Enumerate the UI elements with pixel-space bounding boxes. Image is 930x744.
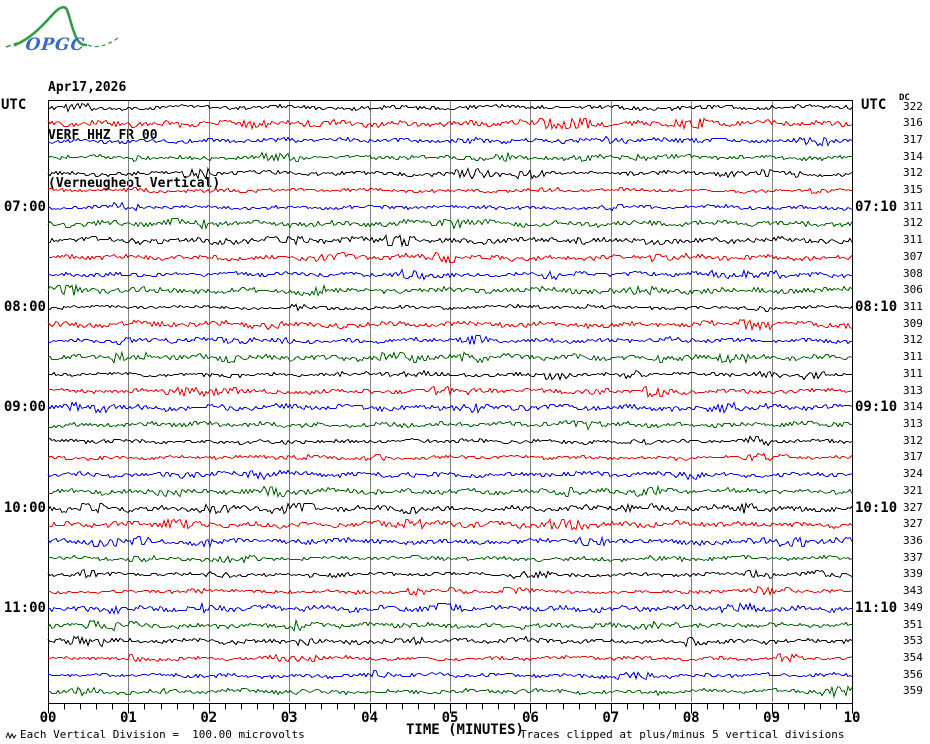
right-hour-label: 09:10 [855,399,898,416]
dc-offset-value: 308 [903,266,923,280]
dc-offset-value: 327 [903,517,923,531]
dc-offset-value: 321 [903,483,923,497]
dc-offset-value: 311 [903,300,923,314]
right-hour-label: 07:10 [855,198,898,215]
dc-offset-value: 322 [903,99,923,113]
dc-offset-value: 307 [903,249,923,263]
left-hour-label: 07:00 [3,198,46,215]
dc-offset-value: 349 [903,600,923,614]
footer-left-note: Each Vertical Division = 100.00 microvol… [20,728,305,741]
dc-offset-value: 306 [903,283,923,297]
dc-offset-value: 336 [903,534,923,548]
dc-offset-value: 311 [903,199,923,213]
x-tick-label: 09 [763,710,781,726]
dc-offset-value: 353 [903,634,923,648]
left-hour-label: 08:00 [3,299,46,316]
x-tick-label: 07 [602,710,620,726]
dc-offset-value: 314 [903,400,923,414]
dc-offset-value: 339 [903,567,923,581]
dc-offset-value: 312 [903,433,923,447]
scale-mark-icon [5,731,17,740]
dc-offset-value: 327 [903,500,923,514]
dc-offset-value: 312 [903,333,923,347]
left-hour-label: 10:00 [3,499,46,516]
dc-offset-value: 351 [903,617,923,631]
x-tick-label: 03 [280,710,298,726]
dc-offset-value: 311 [903,350,923,364]
dc-offset-value: 313 [903,417,923,431]
dc-offset-value: 313 [903,383,923,397]
dc-offset-value: 343 [903,584,923,598]
dc-offset-value: 312 [903,216,923,230]
dc-offset-value: 354 [903,651,923,665]
x-tick-label: 08 [682,710,700,726]
x-tick-label: 01 [119,710,137,726]
dc-offset-value: 359 [903,684,923,698]
footer-right-note: Traces clipped at plus/minus 5 vertical … [520,728,845,741]
dc-offset-value: 309 [903,316,923,330]
x-tick-label: 10 [843,710,861,726]
helicorder-page: OPGC Apr17,2026 VERF HHZ FR 00 (Verneugh… [0,0,930,744]
dc-offset-value: 356 [903,667,923,681]
dc-offset-value: 312 [903,166,923,180]
left-hour-label: 11:00 [3,599,46,616]
x-tick-label: 00 [39,710,57,726]
dc-offset-value: 337 [903,550,923,564]
right-hour-label: 08:10 [855,299,898,316]
x-tick-label: 02 [200,710,218,726]
seismogram-plot-area [47,100,853,714]
dc-offset-value: 324 [903,467,923,481]
dc-offset-value: 314 [903,149,923,163]
dc-offset-value: 315 [903,183,923,197]
dc-offset-value: 317 [903,450,923,464]
dc-offset-value: 317 [903,132,923,146]
right-hour-label: 10:10 [855,499,898,516]
right-hour-label: 11:10 [855,599,898,616]
left-hour-label: 09:00 [3,399,46,416]
dc-offset-value: 316 [903,116,923,130]
dc-offset-value: 311 [903,233,923,247]
dc-offset-value: 311 [903,366,923,380]
